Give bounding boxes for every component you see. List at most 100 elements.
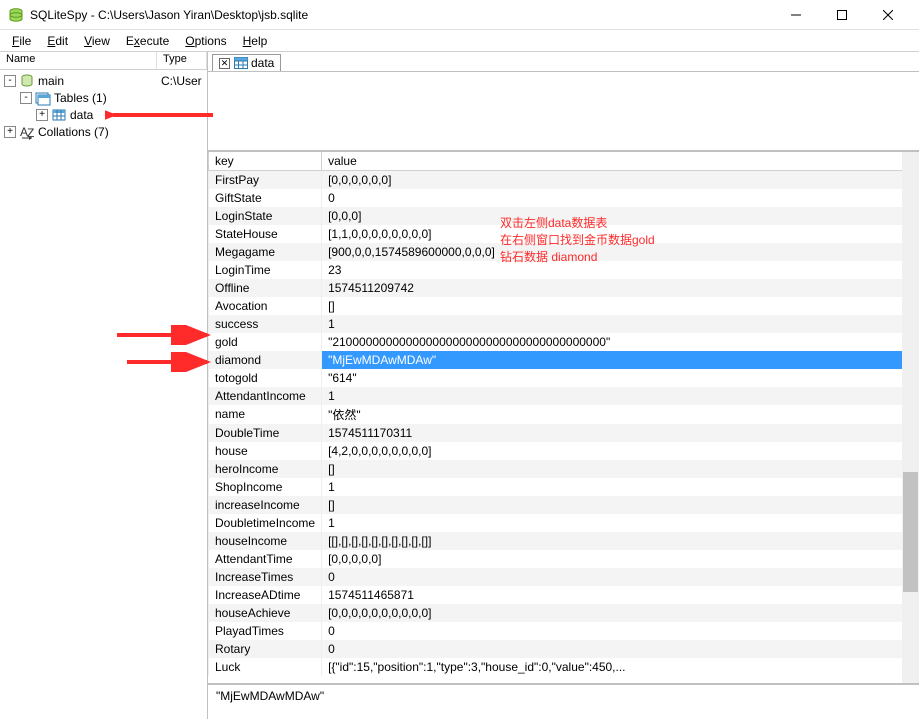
table-row[interactable]: heroIncome[]: [209, 460, 919, 478]
table-row[interactable]: GiftState0: [209, 189, 919, 207]
cell-value[interactable]: 1574511209742: [322, 279, 919, 297]
cell-key[interactable]: LoginTime: [209, 261, 322, 279]
grid-header-key[interactable]: key: [209, 152, 322, 171]
cell-key[interactable]: diamond: [209, 351, 322, 369]
table-row[interactable]: AttendantIncome1: [209, 387, 919, 405]
table-row[interactable]: StateHouse[1,1,0,0,0,0,0,0,0,0]: [209, 225, 919, 243]
cell-value[interactable]: [0,0,0]: [322, 207, 919, 225]
table-row[interactable]: houseIncome[[],[],[],[],[],[],[],[],[],[…: [209, 532, 919, 550]
tab-close-icon[interactable]: ✕: [219, 58, 230, 69]
menu-options[interactable]: Options: [177, 32, 234, 50]
cell-key[interactable]: DoubletimeIncome: [209, 514, 322, 532]
table-row[interactable]: totogold"614": [209, 369, 919, 387]
table-row[interactable]: ShopIncome1: [209, 478, 919, 496]
grid-area[interactable]: key value FirstPay[0,0,0,0,0,0]GiftState…: [208, 152, 919, 683]
cell-value[interactable]: "614": [322, 369, 919, 387]
cell-value[interactable]: 1: [322, 387, 919, 405]
table-row[interactable]: house[4,2,0,0,0,0,0,0,0,0]: [209, 442, 919, 460]
cell-key[interactable]: houseIncome: [209, 532, 322, 550]
menu-file[interactable]: File: [4, 32, 39, 50]
table-row[interactable]: Luck[{"id":15,"position":1,"type":3,"hou…: [209, 658, 919, 676]
cell-value[interactable]: [0,0,0,0,0]: [322, 550, 919, 568]
cell-value[interactable]: "依然": [322, 405, 919, 424]
close-button[interactable]: [865, 0, 911, 30]
table-row[interactable]: AttendantTime[0,0,0,0,0]: [209, 550, 919, 568]
table-row[interactable]: increaseIncome[]: [209, 496, 919, 514]
cell-key[interactable]: Offline: [209, 279, 322, 297]
scrollbar-vertical[interactable]: [902, 152, 919, 683]
cell-value[interactable]: "MjEwMDAwMDAw": [322, 351, 919, 369]
table-row[interactable]: Offline1574511209742: [209, 279, 919, 297]
cell-key[interactable]: IncreaseADtime: [209, 586, 322, 604]
table-row[interactable]: houseAchieve[0,0,0,0,0,0,0,0,0,0]: [209, 604, 919, 622]
table-row[interactable]: Avocation[]: [209, 297, 919, 315]
cell-key[interactable]: FirstPay: [209, 171, 322, 189]
tree-expander-icon[interactable]: +: [36, 109, 48, 121]
table-row[interactable]: name"依然": [209, 405, 919, 424]
cell-value[interactable]: 1574511170311: [322, 424, 919, 442]
cell-value[interactable]: [[],[],[],[],[],[],[],[],[],[]]: [322, 532, 919, 550]
table-row[interactable]: Rotary0: [209, 640, 919, 658]
cell-key[interactable]: houseAchieve: [209, 604, 322, 622]
cell-value[interactable]: 0: [322, 568, 919, 586]
cell-key[interactable]: PlayadTimes: [209, 622, 322, 640]
tree-body[interactable]: -mainC:\User-Tables (1)+data+AZCollation…: [0, 70, 207, 719]
menu-view[interactable]: View: [76, 32, 118, 50]
tree-header-type[interactable]: Type: [157, 52, 207, 69]
maximize-button[interactable]: [819, 0, 865, 30]
table-row[interactable]: DoubleTime1574511170311: [209, 424, 919, 442]
cell-value[interactable]: [0,0,0,0,0,0,0,0,0,0]: [322, 604, 919, 622]
tab-data[interactable]: ✕ data: [212, 54, 281, 71]
menu-help[interactable]: Help: [235, 32, 276, 50]
tree-item[interactable]: -Tables (1): [0, 89, 207, 106]
table-row[interactable]: diamond"MjEwMDAwMDAw": [209, 351, 919, 369]
cell-value[interactable]: 1: [322, 478, 919, 496]
cell-value[interactable]: 0: [322, 622, 919, 640]
tree-expander-icon[interactable]: -: [20, 92, 32, 104]
cell-key[interactable]: Rotary: [209, 640, 322, 658]
cell-key[interactable]: ShopIncome: [209, 478, 322, 496]
table-row[interactable]: IncreaseTimes0: [209, 568, 919, 586]
cell-value[interactable]: []: [322, 297, 919, 315]
menu-edit[interactable]: Edit: [39, 32, 76, 50]
cell-value[interactable]: 1574511465871: [322, 586, 919, 604]
cell-key[interactable]: name: [209, 405, 322, 424]
table-row[interactable]: success1: [209, 315, 919, 333]
table-row[interactable]: gold"21000000000000000000000000000000000…: [209, 333, 919, 351]
tree-expander-icon[interactable]: -: [4, 75, 16, 87]
cell-value[interactable]: [1,1,0,0,0,0,0,0,0,0]: [322, 225, 919, 243]
tree-item[interactable]: +AZCollations (7): [0, 123, 207, 140]
cell-key[interactable]: Avocation: [209, 297, 322, 315]
cell-value[interactable]: []: [322, 460, 919, 478]
cell-key[interactable]: gold: [209, 333, 322, 351]
query-area[interactable]: [208, 72, 919, 152]
cell-key[interactable]: LoginState: [209, 207, 322, 225]
cell-value[interactable]: 0: [322, 640, 919, 658]
tree-header-name[interactable]: Name: [0, 52, 157, 69]
cell-key[interactable]: AttendantTime: [209, 550, 322, 568]
table-row[interactable]: LoginState[0,0,0]: [209, 207, 919, 225]
cell-key[interactable]: GiftState: [209, 189, 322, 207]
cell-key[interactable]: StateHouse: [209, 225, 322, 243]
cell-key[interactable]: totogold: [209, 369, 322, 387]
table-row[interactable]: DoubletimeIncome1: [209, 514, 919, 532]
cell-value[interactable]: 1: [322, 514, 919, 532]
cell-value[interactable]: 23: [322, 261, 919, 279]
cell-value[interactable]: [4,2,0,0,0,0,0,0,0,0]: [322, 442, 919, 460]
table-row[interactable]: IncreaseADtime1574511465871: [209, 586, 919, 604]
tree-item[interactable]: -mainC:\User: [0, 72, 207, 89]
cell-value[interactable]: [900,0,0,1574589600000,0,0,0]: [322, 243, 919, 261]
cell-value[interactable]: [{"id":15,"position":1,"type":3,"house_i…: [322, 658, 919, 676]
table-row[interactable]: PlayadTimes0: [209, 622, 919, 640]
cell-value[interactable]: [0,0,0,0,0,0]: [322, 171, 919, 189]
grid-header-value[interactable]: value: [322, 152, 919, 171]
cell-key[interactable]: IncreaseTimes: [209, 568, 322, 586]
cell-key[interactable]: heroIncome: [209, 460, 322, 478]
cell-value[interactable]: "210000000000000000000000000000000000000…: [322, 333, 919, 351]
tree-expander-icon[interactable]: +: [4, 126, 16, 138]
cell-value[interactable]: []: [322, 496, 919, 514]
cell-key[interactable]: AttendantIncome: [209, 387, 322, 405]
cell-key[interactable]: house: [209, 442, 322, 460]
tree-item[interactable]: +data: [0, 106, 207, 123]
cell-key[interactable]: DoubleTime: [209, 424, 322, 442]
